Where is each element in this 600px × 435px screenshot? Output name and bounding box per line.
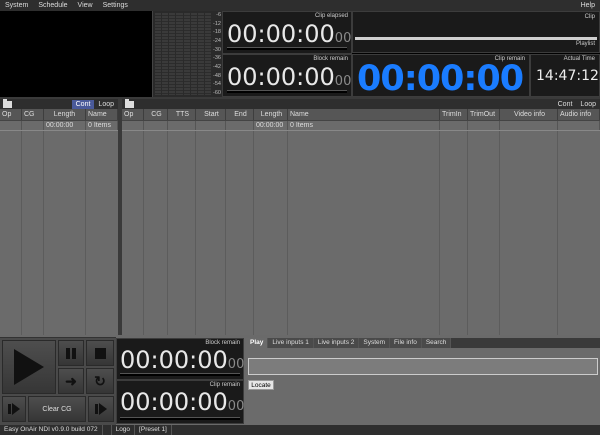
block-remain-time: 00:00:0000 <box>227 63 352 91</box>
menu-settings[interactable]: Settings <box>98 2 133 9</box>
clip-elapsed-time: 00:00:0000 <box>227 20 352 48</box>
skip-back-icon <box>8 403 20 415</box>
status-empty <box>103 425 112 435</box>
col-length[interactable]: Length <box>254 109 288 120</box>
bottom-block-remain-time: 00:00:0000 <box>120 346 245 374</box>
col-end[interactable]: End <box>226 109 254 120</box>
col-tts[interactable]: TTS <box>168 109 196 120</box>
playback-controls: ➜ ↻ Clear CG <box>0 337 116 425</box>
left-summary-row: 00:00:00 0 Items <box>0 121 118 130</box>
status-version: Easy OnAir NDI v0.9.0 build 072 <box>0 425 103 435</box>
bottom-tabs: Play Live inputs 1 Live inputs 2 System … <box>246 338 600 348</box>
skip-back-button[interactable] <box>2 396 26 422</box>
actual-time-clock: Actual Time 14:47:12 <box>530 54 600 97</box>
left-cont-button[interactable]: Cont <box>71 99 95 109</box>
block-remain-label: Block remain <box>313 56 348 62</box>
status-bar: Easy OnAir NDI v0.9.0 build 072 Logo [Pr… <box>0 425 600 435</box>
left-summary-length: 00:00:00 <box>44 121 86 130</box>
col-name[interactable]: Name <box>288 109 440 120</box>
clip-elapsed-label: Clip elapsed <box>314 13 348 19</box>
actual-time-label: Actual Time <box>563 56 595 62</box>
clip-elapsed-timer: Clip elapsed 00:00:0000 <box>222 11 352 54</box>
tab-live-inputs-1[interactable]: Live inputs 1 <box>268 338 314 348</box>
left-grid-header: Op CG Length Name <box>0 109 118 121</box>
col-audio-info[interactable]: Audio info <box>558 109 600 120</box>
folder-icon[interactable] <box>3 98 12 108</box>
clip-progress-box: Clip Playlist <box>352 11 600 53</box>
vu-scale: -6 -12 -18 -24 -30 -36 -42 -48 -54 -60 <box>213 12 221 96</box>
col-cg[interactable]: CG <box>22 109 44 120</box>
col-name[interactable]: Name <box>86 109 118 120</box>
play-tab-pane: Locate <box>246 348 600 425</box>
pause-button[interactable] <box>58 340 84 366</box>
next-arrow-icon: ➜ <box>65 372 77 389</box>
left-panel-header: Cont Loop <box>0 98 118 109</box>
right-grid-header: Op CG TTS Start End Length Name TrimIn T… <box>122 109 600 121</box>
col-trimin[interactable]: TrimIn <box>440 109 468 120</box>
right-summary-length: 00:00:00 <box>254 121 288 130</box>
stop-button[interactable] <box>86 340 114 366</box>
tab-live-inputs-2[interactable]: Live inputs 2 <box>313 338 360 348</box>
pause-icon <box>66 347 76 359</box>
col-op[interactable]: Op <box>0 109 22 120</box>
col-video-info[interactable]: Video info <box>500 109 558 120</box>
playlist-label: Playlist <box>575 41 595 47</box>
left-loop-button[interactable]: Loop <box>94 100 118 109</box>
locate-button[interactable]: Locate <box>248 380 274 390</box>
clip-progress-bar <box>355 37 597 40</box>
play-icon <box>14 349 44 385</box>
top-area: -6 -12 -18 -24 -30 -36 -42 -48 -54 -60 Clip el… <box>0 11 600 99</box>
left-summary-name: 0 Items <box>86 121 118 130</box>
clip-remain-time: 00:00:00 <box>357 59 524 99</box>
col-cg[interactable]: CG <box>144 109 168 120</box>
loop-button[interactable]: ↻ <box>86 368 114 394</box>
status-logo[interactable]: Logo <box>112 425 136 435</box>
tab-system[interactable]: System <box>359 338 391 348</box>
tab-search[interactable]: Search <box>421 338 452 348</box>
status-preset[interactable]: [Preset 1] <box>135 425 172 435</box>
menu-schedule[interactable]: Schedule <box>33 2 72 9</box>
tab-file-info[interactable]: File info <box>390 338 422 348</box>
actual-time-value: 14:47:12 <box>536 68 599 84</box>
locate-track[interactable] <box>248 358 598 375</box>
bottom-block-remain-timer: Block remain 00:00:0000 <box>116 338 244 380</box>
next-button[interactable]: ➜ <box>58 368 84 394</box>
video-preview <box>0 11 152 97</box>
audio-vu-meter: -6 -12 -18 -24 -30 -36 -42 -48 -54 -60 <box>152 11 222 97</box>
menu-system[interactable]: System <box>0 2 33 9</box>
skip-forward-button[interactable] <box>88 396 114 422</box>
col-length[interactable]: Length <box>44 109 86 120</box>
right-panel-header: Cont Loop <box>122 98 600 109</box>
bottom-clip-remain-time: 00:00:0000 <box>120 388 245 416</box>
block-remain-timer: Block remain 00:00:0000 <box>222 54 352 97</box>
folder-icon[interactable] <box>125 98 134 108</box>
stop-icon <box>94 347 106 359</box>
loop-icon: ↻ <box>94 372 106 389</box>
right-cont-button[interactable]: Cont <box>554 100 577 109</box>
col-trimout[interactable]: TrimOut <box>468 109 500 120</box>
skip-forward-icon <box>95 403 107 415</box>
right-playlist-grid[interactable]: Op CG TTS Start End Length Name TrimIn T… <box>122 109 600 335</box>
menu-view[interactable]: View <box>73 2 98 9</box>
play-button[interactable] <box>2 340 56 394</box>
clip-label: Clip <box>584 14 595 20</box>
menu-bar: System Schedule View Settings Help <box>0 0 600 11</box>
right-loop-button[interactable]: Loop <box>576 100 600 109</box>
tab-play[interactable]: Play <box>246 338 269 348</box>
bottom-clip-remain-timer: Clip remain 00:00:0000 <box>116 380 244 424</box>
clip-remain-timer: Clip remain 00:00:00 <box>352 54 530 99</box>
right-summary-name: 0 Items <box>288 121 440 130</box>
col-start[interactable]: Start <box>196 109 226 120</box>
left-playlist-grid[interactable]: Op CG Length Name 00:00:00 0 Items <box>0 109 118 335</box>
clear-cg-button[interactable]: Clear CG <box>28 396 86 422</box>
right-summary-row: 00:00:00 0 Items <box>122 121 600 130</box>
col-op[interactable]: Op <box>122 109 144 120</box>
menu-help[interactable]: Help <box>576 2 600 9</box>
